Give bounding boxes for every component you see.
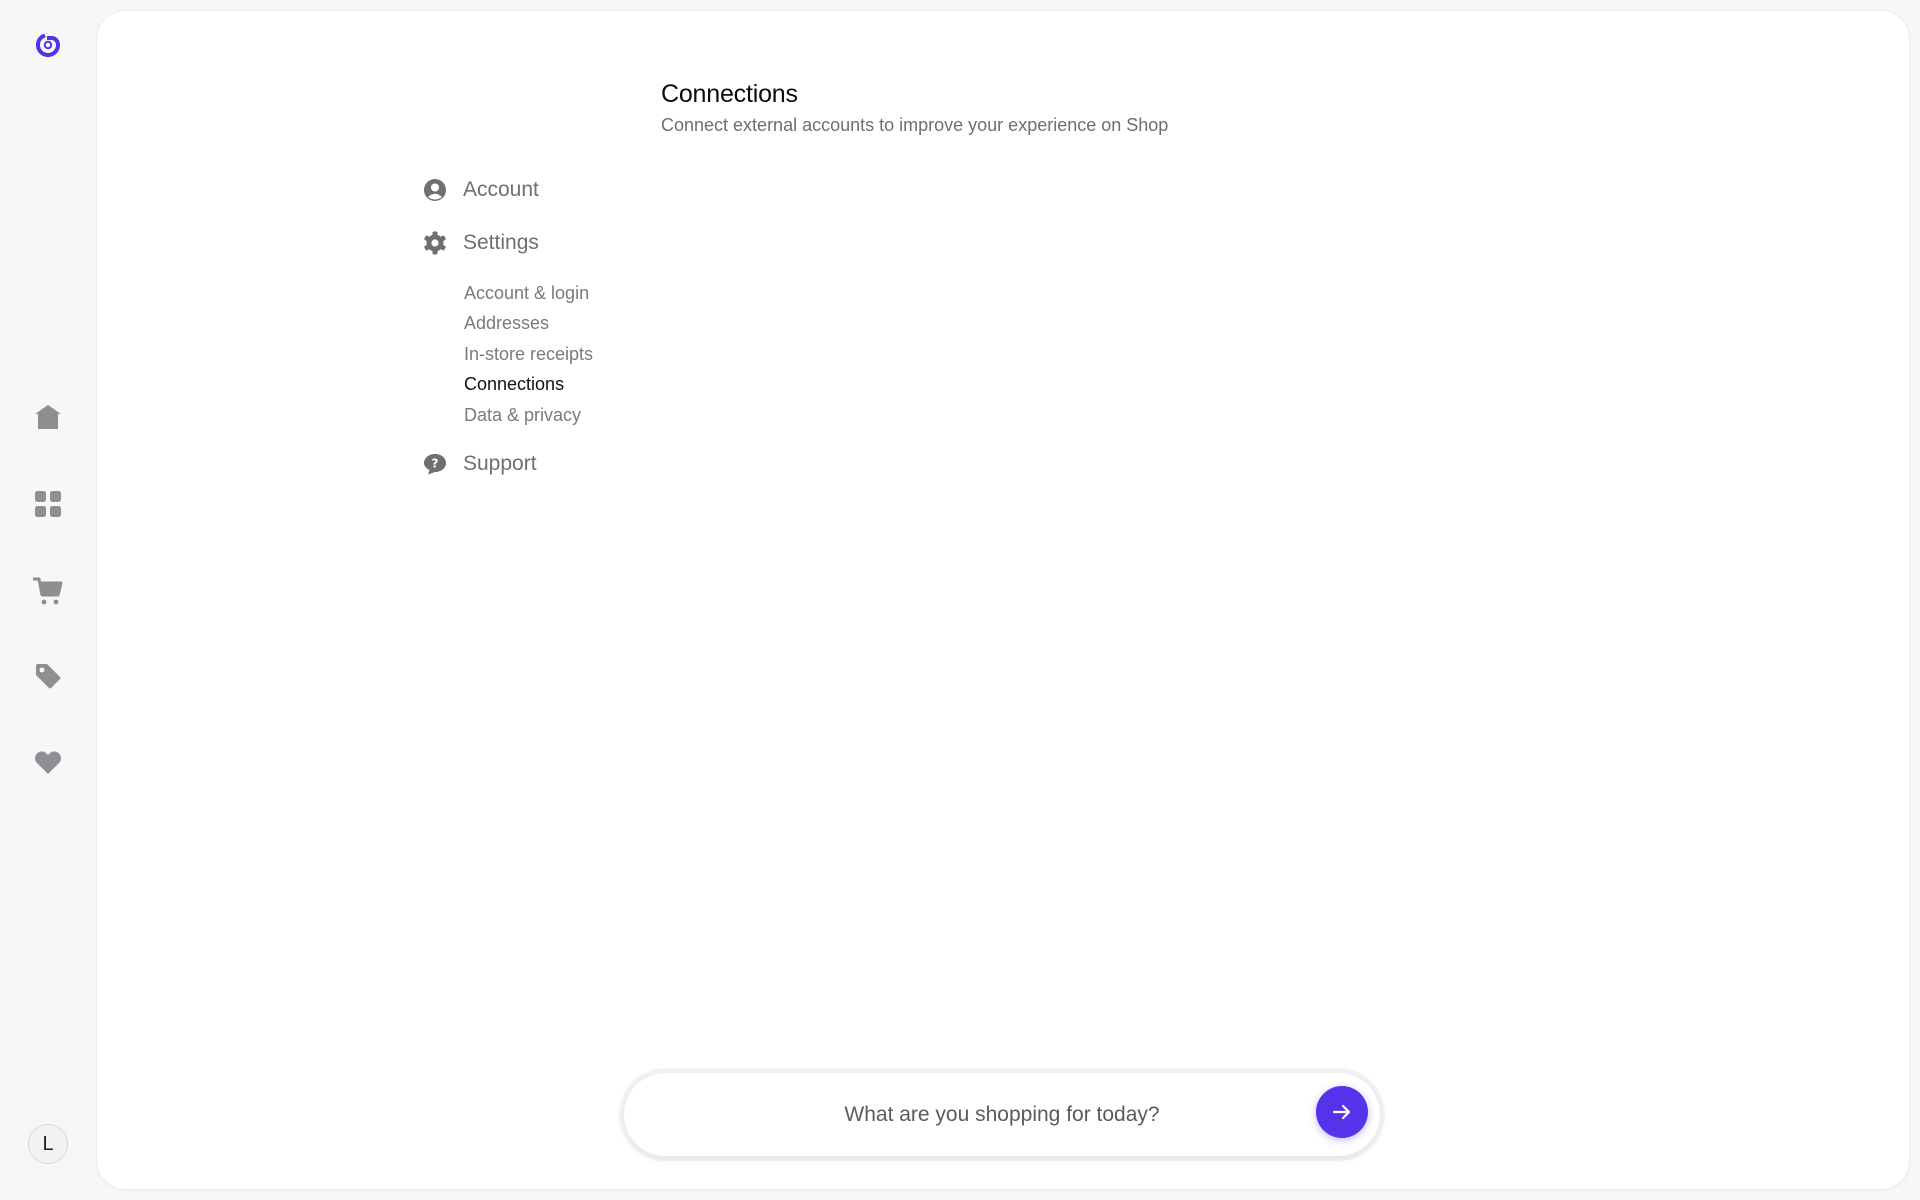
page-subtitle: Connect external accounts to improve you… — [661, 115, 1169, 135]
search-submit-button[interactable] — [1316, 1086, 1368, 1138]
gear-icon — [423, 231, 447, 255]
search-bar — [619, 1068, 1385, 1161]
subnav-data-privacy[interactable]: Data & privacy — [464, 405, 581, 426]
nav-support[interactable]: ? Support — [423, 452, 537, 476]
left-rail: L — [0, 0, 97, 1200]
heart-icon — [35, 751, 61, 774]
nav-settings-label: Settings — [463, 231, 539, 254]
home-icon — [35, 405, 61, 429]
main-panel: Account Settings Account & login Address… — [97, 11, 1909, 1189]
help-chat-icon: ? — [423, 452, 447, 476]
rail-categories-button[interactable] — [29, 485, 67, 523]
person-icon — [423, 178, 447, 202]
subnav-connections[interactable]: Connections — [464, 374, 564, 395]
grid-icon — [35, 491, 61, 517]
nav-settings[interactable]: Settings — [423, 231, 539, 255]
cart-icon — [33, 577, 63, 605]
subnav-addresses[interactable]: Addresses — [464, 313, 549, 334]
subnav-account-login[interactable]: Account & login — [464, 283, 589, 304]
rail-favorites-button[interactable] — [29, 743, 67, 781]
search-field-container[interactable] — [624, 1073, 1380, 1156]
rail-cart-button[interactable] — [29, 572, 67, 610]
subnav-in-store-receipts[interactable]: In-store receipts — [464, 344, 593, 365]
tag-icon — [36, 664, 61, 689]
svg-text:?: ? — [432, 457, 439, 471]
arrow-right-icon — [1332, 1104, 1351, 1120]
rail-home-button[interactable] — [29, 398, 67, 436]
rail-deals-button[interactable] — [29, 657, 67, 695]
search-input[interactable] — [792, 1102, 1212, 1127]
user-avatar[interactable]: L — [28, 1124, 68, 1164]
nav-account[interactable]: Account — [423, 178, 539, 202]
avatar-initial: L — [42, 1132, 54, 1155]
shop-logo-icon[interactable] — [33, 30, 63, 60]
nav-account-label: Account — [463, 178, 539, 201]
page-title: Connections — [661, 80, 798, 108]
nav-support-label: Support — [463, 452, 537, 475]
